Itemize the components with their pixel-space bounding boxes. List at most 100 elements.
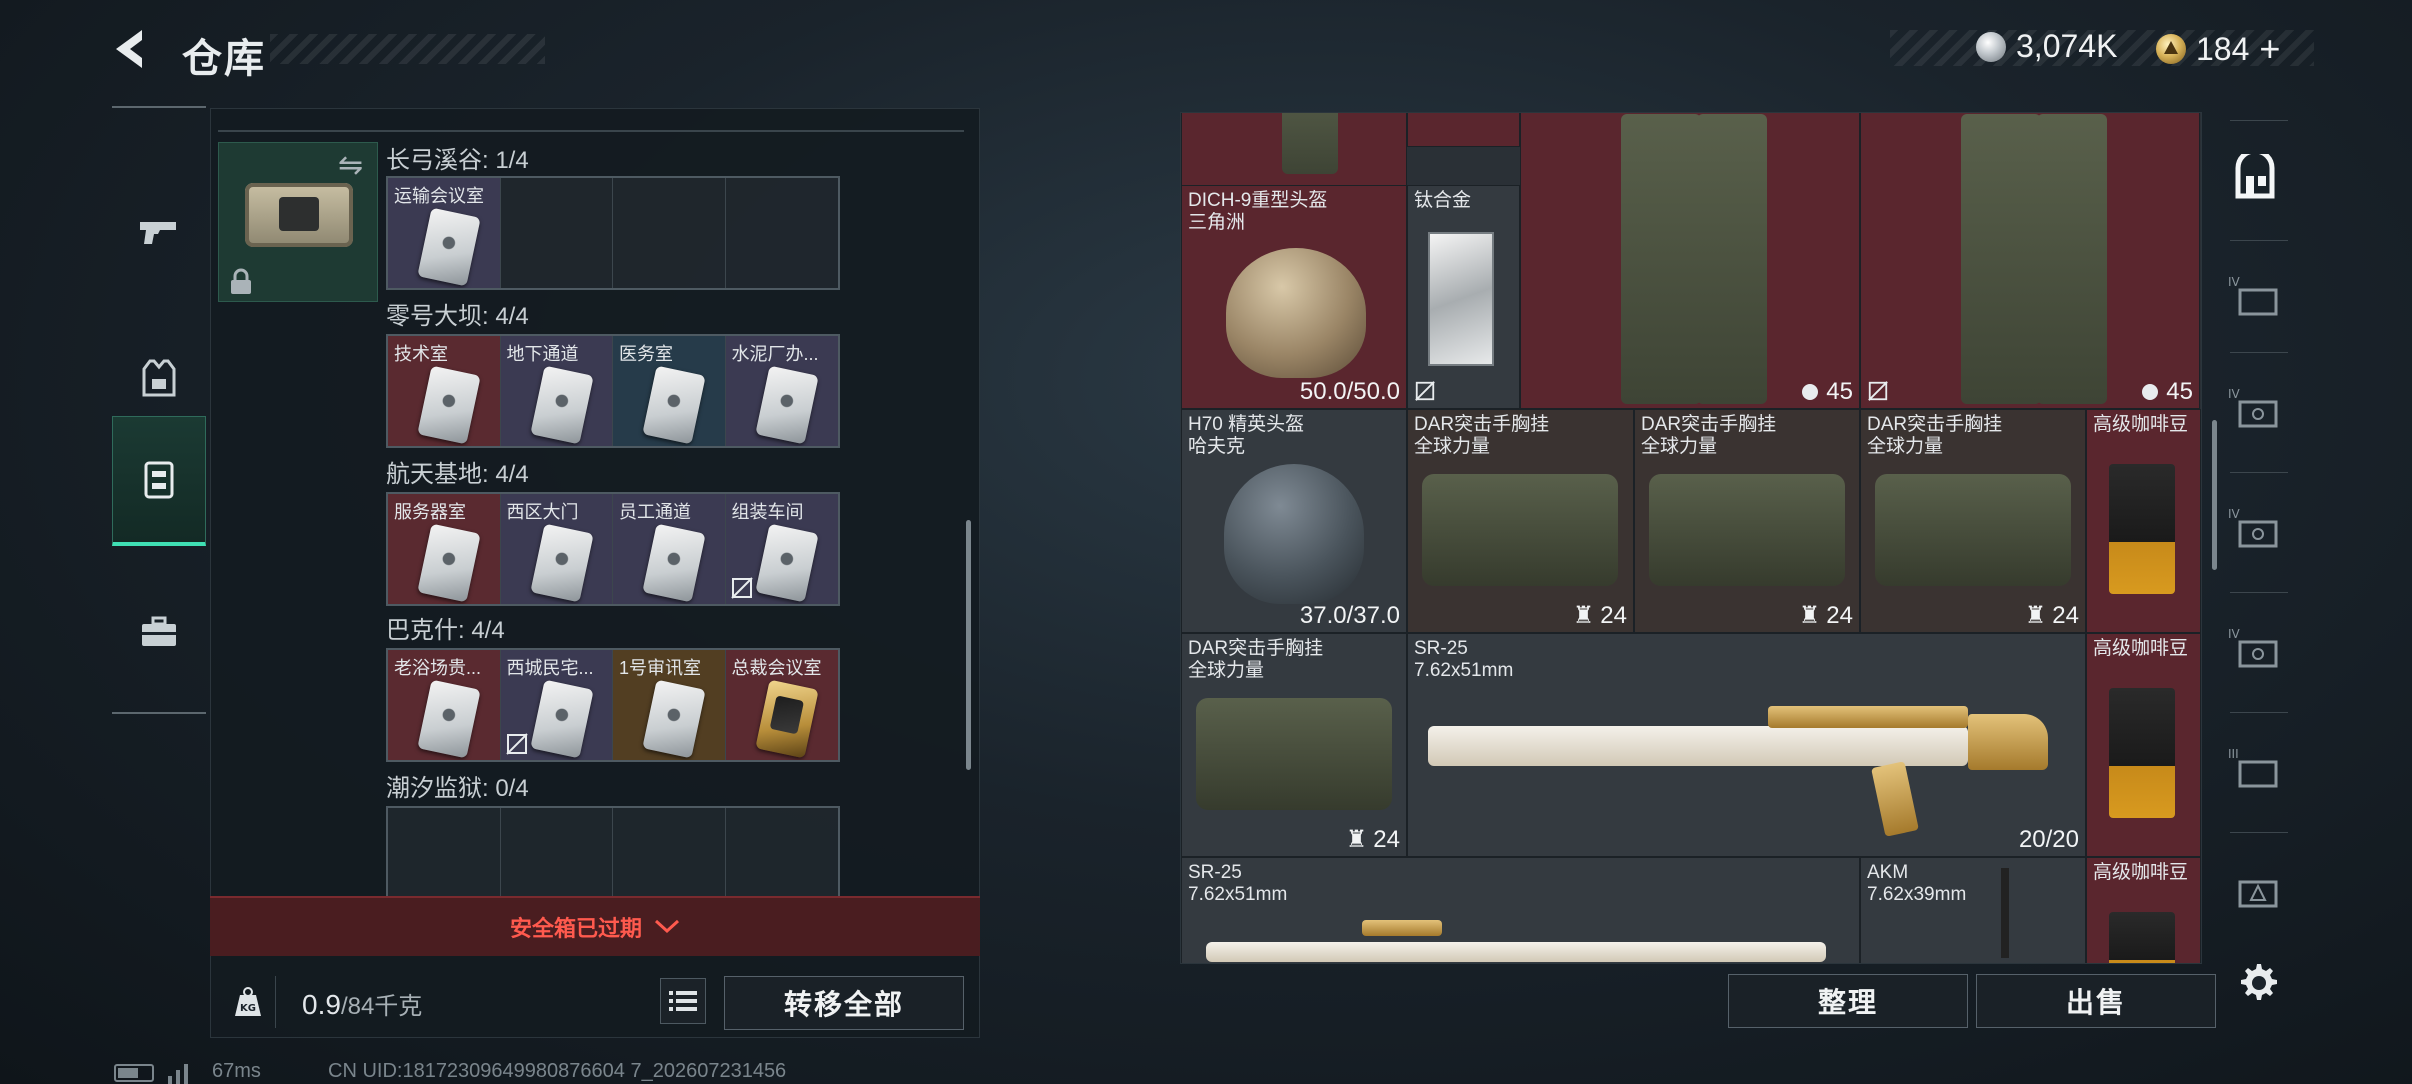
count-value: 24 bbox=[1826, 601, 1853, 629]
tab-separator bbox=[2230, 592, 2288, 593]
helmet-image bbox=[1226, 248, 1366, 378]
list-view-button[interactable] bbox=[660, 978, 706, 1024]
keycard-image bbox=[417, 679, 481, 759]
rifle-image bbox=[1206, 942, 1826, 962]
stash-item-rifle[interactable]: SR-25 7.62x51mm bbox=[1181, 857, 1860, 963]
stash-grid: 45 DICH-9重型头盔三角洲 50.0/50.0 钛合金 45 bbox=[1180, 112, 2202, 964]
tab-armory[interactable] bbox=[2224, 150, 2286, 208]
stash-item[interactable] bbox=[1407, 113, 1520, 147]
keycard-slot[interactable]: 总裁会议室 bbox=[725, 650, 838, 760]
toolbox-icon bbox=[142, 616, 176, 646]
stash-item-rig[interactable]: DAR突击手胸挂 全球力量 ♜ 24 bbox=[1634, 409, 1860, 633]
swap-icon[interactable]: ⇋ bbox=[338, 148, 363, 183]
helmet1-sub: 三角洲 bbox=[1188, 212, 1246, 233]
count-value: 24 bbox=[2052, 601, 2079, 629]
vest-icon: ♜ bbox=[2024, 602, 2047, 629]
empty-slot[interactable] bbox=[725, 178, 838, 288]
stash-item-helmet[interactable]: DICH-9重型头盔 三角洲 50.0/50.0 bbox=[1181, 185, 1407, 409]
weight-max: /84千克 bbox=[340, 993, 423, 1020]
expired-text: 安全箱已过期 bbox=[509, 916, 642, 941]
stash-item-helmet[interactable]: H70 精英头盔 哈夫克 37.0/37.0 bbox=[1181, 409, 1407, 633]
tab-storage-iv[interactable]: IV bbox=[2224, 380, 2286, 438]
keycard-slot[interactable]: 水泥厂办... bbox=[725, 336, 838, 446]
scope-image bbox=[1768, 706, 1968, 728]
stash-item-rig[interactable]: DAR突击手胸挂 全球力量 ♜ 24 bbox=[1181, 633, 1407, 857]
keycard-image bbox=[642, 523, 706, 603]
pistol-icon bbox=[140, 222, 176, 244]
stash-item-pants[interactable]: 45 bbox=[1860, 113, 2200, 409]
tab-storage-warning[interactable] bbox=[2224, 860, 2286, 918]
tab-storage-iv[interactable]: IV bbox=[2224, 268, 2286, 326]
keycard-slot[interactable]: 老浴场贵... bbox=[388, 650, 501, 760]
item-name: H70 精英头盔 哈夫克 bbox=[1188, 414, 1304, 458]
tab-pistol[interactable] bbox=[112, 168, 206, 298]
keycard-slot[interactable]: 服务器室 bbox=[388, 494, 501, 604]
empty-slot[interactable] bbox=[500, 178, 613, 288]
chest-rig-image bbox=[1875, 474, 2071, 586]
stash-item-rifle[interactable]: SR-25 7.62x51mm 20/20 bbox=[1407, 633, 2086, 857]
add-currency-button[interactable]: + bbox=[2259, 28, 2280, 70]
chest-rig-image bbox=[1649, 474, 1845, 586]
gold-currency[interactable]: 184 + bbox=[2156, 28, 2280, 70]
weight-current: 0.9 bbox=[302, 989, 341, 1020]
back-button[interactable] bbox=[108, 24, 158, 74]
stash-item-rig[interactable]: DAR突击手胸挂 全球力量 ♜ 24 bbox=[1407, 409, 1634, 633]
item-name: 高级咖啡豆 bbox=[2093, 862, 2189, 883]
item-count: ♜ 24 bbox=[1573, 601, 1627, 630]
item-count: 45 bbox=[1800, 378, 1853, 406]
safe-case-expired-banner[interactable]: 安全箱已过期 bbox=[210, 896, 980, 956]
sr25-2-caliber: 7.62x51mm bbox=[1188, 884, 1288, 905]
left-scrollbar[interactable] bbox=[966, 520, 971, 770]
keycard-name: 水泥厂办... bbox=[731, 344, 819, 364]
tab-storage-iv[interactable]: IV bbox=[2224, 620, 2286, 678]
tab-storage-iii[interactable]: III bbox=[2224, 740, 2286, 798]
stash-item-coffee[interactable]: 高级咖啡豆 bbox=[2086, 857, 2201, 963]
tab-safe-case[interactable] bbox=[112, 416, 206, 546]
stash-item-coffee[interactable]: 高级咖啡豆 bbox=[2086, 409, 2201, 633]
rig3-sub: 全球力量 bbox=[1867, 436, 1944, 457]
helmet1-name: DICH-9重型头盔 bbox=[1188, 190, 1328, 211]
keycard-image bbox=[529, 523, 594, 603]
stash-item-titanium[interactable]: 钛合金 bbox=[1407, 185, 1520, 409]
keycard-image bbox=[529, 679, 594, 759]
tab-storage-iv[interactable]: IV bbox=[2224, 500, 2286, 558]
keycard-slot[interactable]: 员工通道 bbox=[613, 494, 726, 604]
keycard-slot[interactable]: 地下通道 bbox=[500, 336, 613, 446]
transfer-all-button[interactable]: 转移全部 bbox=[724, 976, 964, 1030]
user-id: CN UID:18172309649980876604 7_2026072314… bbox=[328, 1060, 787, 1082]
weight-readout: 0.9/84千克 bbox=[302, 986, 422, 1021]
sell-button[interactable]: 出售 bbox=[1976, 974, 2216, 1028]
keycard-slot[interactable]: 组装车间 bbox=[725, 494, 838, 604]
map-label: 潮汐监狱: 0/4 bbox=[386, 775, 529, 802]
keycard-row bbox=[386, 806, 840, 918]
keycard-name: 地下通道 bbox=[506, 344, 579, 364]
stash-item-pants[interactable]: 45 bbox=[1520, 113, 1860, 409]
keycard-slot[interactable]: 医务室 bbox=[613, 336, 726, 446]
keycard-slot[interactable]: 西城民宅... bbox=[500, 650, 613, 760]
keycard-slot[interactable]: 技术室 bbox=[388, 336, 501, 446]
stash-item-rifle[interactable]: AKM 7.62x39mm bbox=[1860, 857, 2086, 963]
helmet2-sub: 哈夫克 bbox=[1188, 436, 1246, 457]
empty-slot[interactable] bbox=[613, 178, 726, 288]
keycard-slot[interactable]: 1号审讯室 bbox=[613, 650, 726, 760]
safe-case-image bbox=[245, 183, 353, 247]
keycard-row: 老浴场贵... 西城民宅... 1号审讯室 总裁会议室 bbox=[386, 648, 840, 762]
back-arrow-icon bbox=[116, 30, 142, 68]
sort-button[interactable]: 整理 bbox=[1728, 974, 1968, 1028]
keycard-slot[interactable]: 西区大门 bbox=[500, 494, 613, 604]
grip-image bbox=[1871, 761, 1919, 837]
stash-item-coffee[interactable]: 高级咖啡豆 bbox=[2086, 633, 2201, 857]
pants-image bbox=[1697, 114, 1767, 404]
count-value: 24 bbox=[1373, 825, 1400, 853]
keycard-slot[interactable]: 运输会议室 bbox=[388, 178, 501, 288]
stash-item-rig[interactable]: DAR突击手胸挂 全球力量 ♜ 24 bbox=[1860, 409, 2086, 633]
pants-image bbox=[1621, 114, 1701, 404]
settings-gear-icon[interactable] bbox=[2234, 958, 2284, 1008]
no-insure-icon bbox=[1415, 381, 1435, 401]
svg-text:IV: IV bbox=[2228, 627, 2241, 641]
tab-toolbox[interactable] bbox=[112, 568, 206, 698]
keycard-name: 组装车间 bbox=[731, 502, 804, 522]
keycard-image bbox=[754, 679, 819, 759]
page-title: 仓库 bbox=[182, 37, 266, 81]
keycard-row: 服务器室 西区大门 员工通道 组装车间 bbox=[386, 492, 840, 606]
